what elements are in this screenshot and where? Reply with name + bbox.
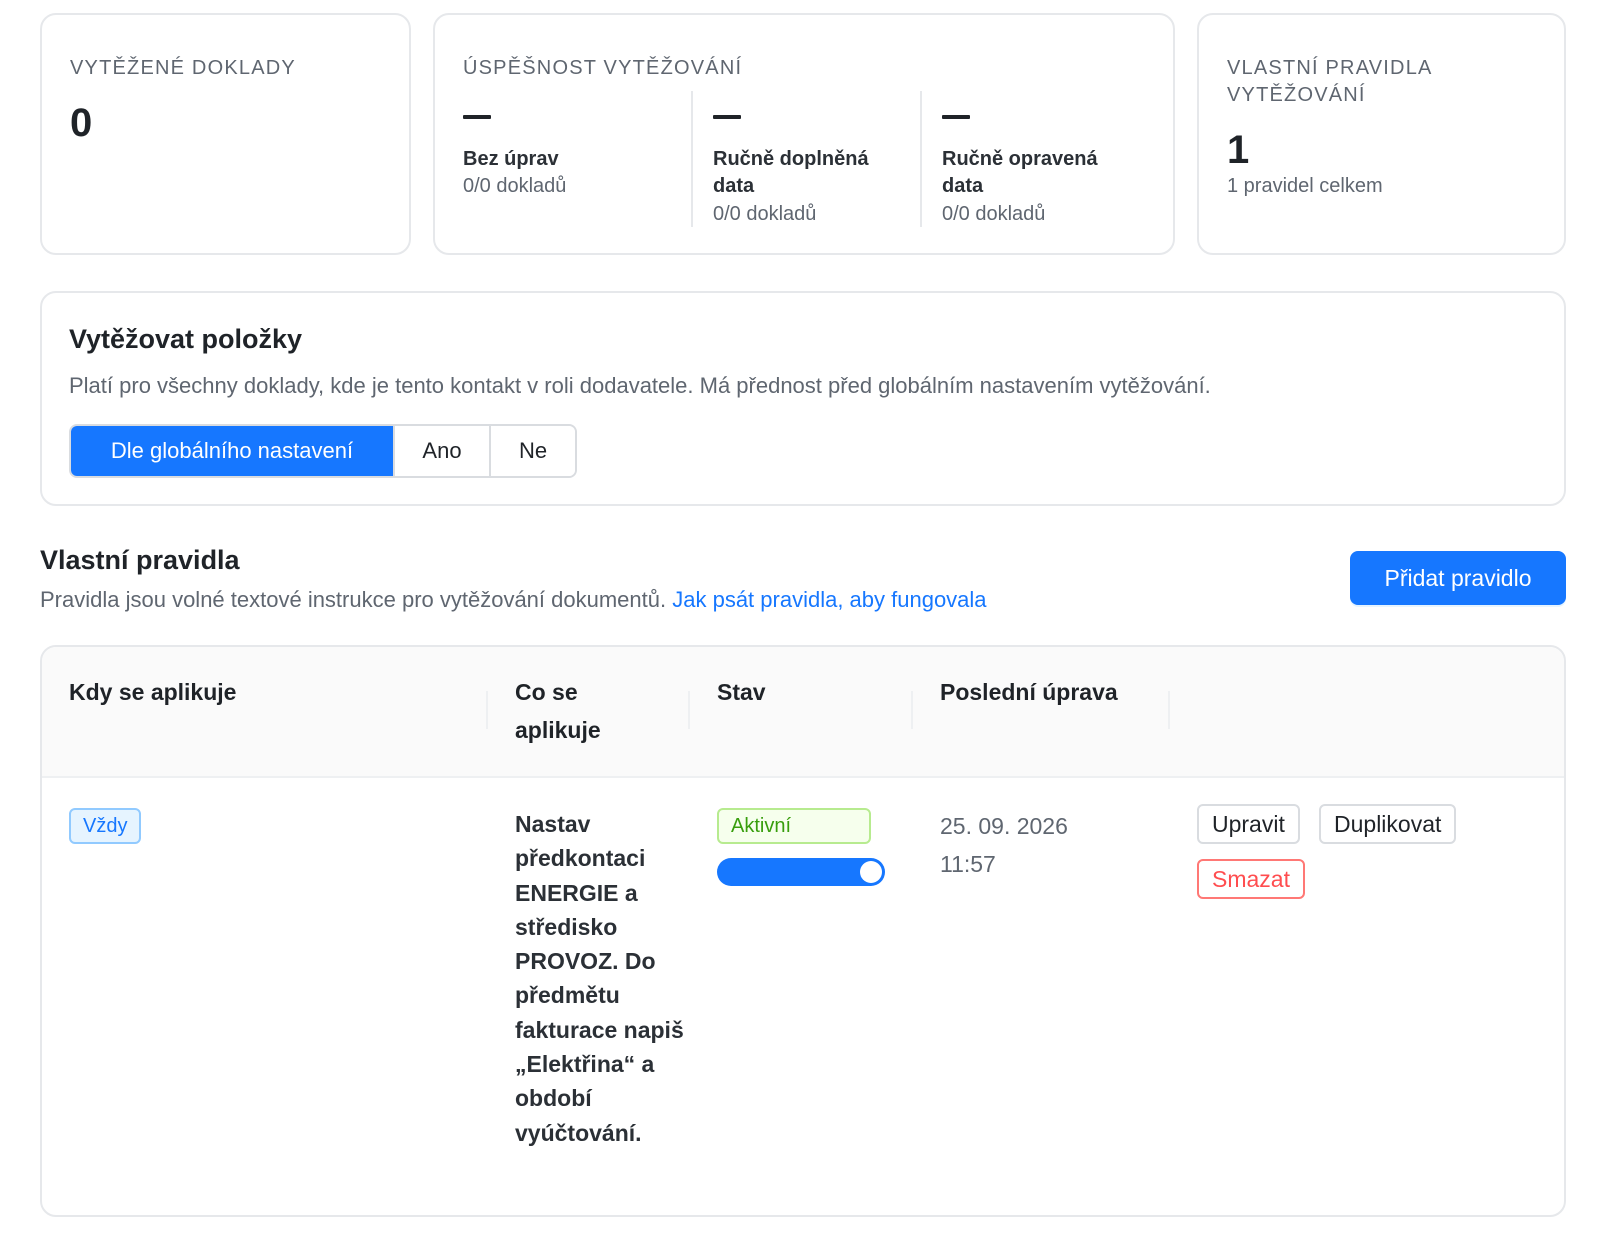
status-badge: Aktivní (717, 808, 871, 844)
metric-manually-corrected-count: 0/0 dokladů (942, 203, 1046, 225)
column-separator (1168, 691, 1170, 729)
option-no[interactable]: Ne (491, 426, 575, 476)
rule-active-toggle[interactable] (717, 858, 885, 886)
custom-rules-title: Vlastní pravidla (40, 545, 240, 575)
metric-manually-filled-title: Ručně doplněná data (713, 148, 869, 197)
column-modified: Poslední úprava (940, 679, 1118, 705)
rules-table (40, 645, 1566, 1217)
extraction-success-label: ÚSPĚŠNOST VYTĚŽOVÁNÍ (463, 57, 743, 79)
option-yes[interactable]: Ano (395, 426, 491, 476)
metric-manually-corrected-title: Ručně opravená data (942, 148, 1098, 197)
column-when: Kdy se aplikuje (69, 679, 237, 705)
extracted-docs-label: VYTĚŽENÉ DOKLADY (70, 57, 296, 79)
toggle-knob (860, 861, 882, 883)
option-global-setting[interactable]: Dle globálního nastavení (71, 426, 395, 476)
last-modified: 25. 09. 2026 11:57 (940, 813, 1068, 877)
custom-rules-description: Pravidla jsou volné textové instrukce pr… (40, 587, 987, 612)
table-header (42, 647, 1564, 778)
column-what: Co se aplikuje (515, 679, 601, 743)
add-rule-button[interactable]: Přidat pravidlo (1350, 551, 1566, 605)
custom-rules-stat-label: VLASTNÍ PRAVIDLA VYTĚŽOVÁNÍ (1227, 57, 1433, 106)
column-separator (486, 691, 488, 729)
column-state: Stav (717, 679, 766, 705)
metric-no-edits-count: 0/0 dokladů (463, 175, 567, 197)
delete-rule-button[interactable]: Smazat (1197, 859, 1305, 899)
custom-rules-stat-sub: 1 pravidel celkem (1227, 175, 1383, 197)
column-separator (911, 691, 913, 729)
items-extraction-description: Platí pro všechny doklady, kde je tento … (69, 373, 1211, 398)
items-extraction-title: Vytěžovat položky (69, 324, 303, 354)
metric-divider (920, 91, 922, 227)
rule-instruction-text: Nastav předkontaci ENERGIE a středisko P… (515, 811, 684, 1146)
metric-manually-filled-value (713, 115, 741, 119)
custom-rules-stat-card: VLASTNÍ PRAVIDLA VYTĚŽOVÁNÍ 1 1 pravidel… (1197, 13, 1566, 255)
metric-manually-filled-count: 0/0 dokladů (713, 203, 817, 225)
rules-help-link[interactable]: Jak psát pravidla, aby fungovala (672, 587, 986, 612)
extraction-success-card: ÚSPĚŠNOST VYTĚŽOVÁNÍ Bez úprav 0/0 dokla… (433, 13, 1175, 255)
when-tag: Vždy (69, 808, 142, 844)
custom-rules-stat-value: 1 (1227, 128, 1250, 172)
metric-no-edits-title: Bez úprav (463, 148, 559, 170)
edit-rule-button[interactable]: Upravit (1197, 804, 1300, 844)
extracted-docs-value: 0 (70, 101, 93, 145)
metric-manually-corrected-value (942, 115, 970, 119)
items-extraction-segmented-control: Dle globálního nastavení Ano Ne (69, 424, 577, 478)
column-separator (688, 691, 690, 729)
extracted-docs-card: VYTĚŽENÉ DOKLADY 0 (40, 13, 411, 255)
metric-divider (691, 91, 693, 227)
metric-no-edits-value (463, 115, 491, 119)
duplicate-rule-button[interactable]: Duplikovat (1319, 804, 1457, 844)
